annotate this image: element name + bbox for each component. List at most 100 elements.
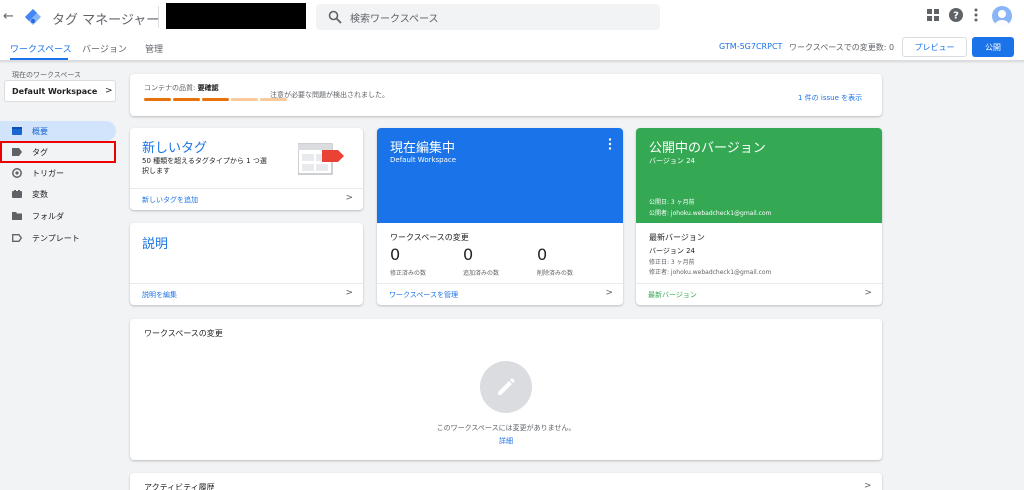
now-editing-workspace: Default Workspace bbox=[390, 156, 457, 164]
quality-meter-segment bbox=[202, 98, 229, 101]
quality-meter-segment bbox=[173, 98, 200, 101]
sidebar-item-label: フォルダ bbox=[32, 212, 64, 221]
sidebar-item-label: トリガー bbox=[32, 169, 64, 178]
search-placeholder: 検索ワークスペース bbox=[350, 14, 439, 25]
add-new-tag-link[interactable]: 新しいタグを追加 bbox=[142, 195, 198, 205]
sidebar-item-variables[interactable]: 変数 bbox=[0, 184, 116, 204]
workspace-changes-title: ワークスペースの変更 bbox=[144, 329, 223, 338]
live-version-footer[interactable]: 最新バージョン > bbox=[636, 283, 882, 305]
more-vert-icon[interactable] bbox=[973, 8, 979, 22]
tab-versions[interactable]: バージョン bbox=[82, 42, 127, 55]
new-tag-description: 50 種類を超えるタグタイプから 1 つ選択します bbox=[142, 157, 267, 175]
chevron-right-icon: > bbox=[864, 481, 872, 490]
details-link[interactable]: 詳細 bbox=[130, 436, 882, 446]
sidebar-item-templates[interactable]: テンプレート bbox=[0, 228, 116, 248]
new-tag-footer[interactable]: 新しいタグを追加 > bbox=[130, 188, 363, 210]
sidebar-item-overview[interactable]: 概要 bbox=[0, 121, 116, 141]
show-issues-link[interactable]: 1 件の issue を表示 bbox=[798, 93, 862, 103]
latest-version-title: 最新バージョン bbox=[649, 233, 705, 242]
latest-version-link[interactable]: 最新バージョン bbox=[648, 290, 697, 300]
chevron-right-icon: > bbox=[105, 86, 113, 96]
workspace-name: Default Workspace bbox=[12, 87, 98, 96]
added-count: 0 bbox=[463, 245, 474, 264]
now-editing-title: 現在編集中 bbox=[390, 141, 456, 156]
sidebar-item-triggers[interactable]: トリガー bbox=[0, 163, 116, 183]
chevron-right-icon: > bbox=[345, 193, 353, 203]
svg-text:?: ? bbox=[953, 11, 959, 22]
publisher: 公開者: johoku.webadcheck1@gmail.com bbox=[649, 210, 772, 217]
publish-button[interactable]: 公開 bbox=[972, 37, 1014, 57]
variables-icon bbox=[12, 190, 22, 198]
search-bar[interactable]: 検索ワークスペース bbox=[316, 4, 660, 30]
deleted-label: 削除済みの数 bbox=[537, 270, 574, 277]
workspace-nav-bar: ワークスペース バージョン 管理 GTM-5G7CRPCT ワークスペースでの変… bbox=[0, 34, 1024, 61]
sidebar-item-folders[interactable]: フォルダ bbox=[0, 206, 116, 226]
workspace-changes-card: ワークスペースの変更 このワークスペースには変更がありません。 詳細 bbox=[130, 319, 882, 460]
live-version-header: 公開中のバージョン バージョン 24 公開日: 3 ヶ月前 公開者: johok… bbox=[636, 128, 882, 223]
search-icon bbox=[328, 10, 342, 24]
edit-description-link[interactable]: 説明を編集 bbox=[142, 290, 177, 300]
live-version-title: 公開中のバージョン bbox=[649, 141, 766, 156]
latest-version-number: バージョン 24 bbox=[649, 247, 695, 255]
tab-admin[interactable]: 管理 bbox=[145, 42, 163, 55]
new-tag-title[interactable]: 新しいタグ bbox=[142, 137, 207, 156]
quality-meter-segment bbox=[144, 98, 171, 101]
added-label: 追加済みの数 bbox=[463, 270, 500, 277]
help-icon[interactable]: ? bbox=[949, 8, 963, 22]
chevron-right-icon: > bbox=[345, 288, 353, 298]
modified-date: 修正日: 3 ヶ月前 bbox=[649, 259, 695, 266]
chevron-right-icon: > bbox=[864, 288, 872, 298]
workspace-selector[interactable]: Default Workspace > bbox=[4, 80, 116, 102]
sidebar-item-label: テンプレート bbox=[32, 234, 80, 243]
container-quality-label: コンテナの品質: 要確認 bbox=[144, 84, 219, 92]
trigger-icon bbox=[12, 168, 22, 178]
description-title: 説明 bbox=[142, 237, 169, 252]
sidebar-item-label: 概要 bbox=[32, 127, 48, 136]
now-editing-header: 現在編集中 Default Workspace bbox=[377, 128, 623, 223]
workspace-changes-count: ワークスペースでの変更数: 0 bbox=[789, 43, 895, 52]
chevron-right-icon: > bbox=[605, 288, 613, 298]
sidebar-item-label: 変数 bbox=[32, 190, 48, 199]
top-app-bar: ← タグ マネージャー 検索ワークスペース ? bbox=[0, 0, 1024, 34]
template-icon bbox=[12, 234, 22, 242]
active-tab-indicator bbox=[10, 58, 68, 60]
live-version-card: 公開中のバージョン バージョン 24 公開日: 3 ヶ月前 公開者: johok… bbox=[636, 128, 882, 305]
new-tag-illustration-icon bbox=[298, 143, 344, 175]
quality-status: 要確認 bbox=[197, 84, 219, 92]
deleted-count: 0 bbox=[537, 245, 548, 264]
live-version-number: バージョン 24 bbox=[649, 157, 695, 165]
preview-button[interactable]: プレビュー bbox=[902, 37, 967, 57]
apps-grid-icon[interactable] bbox=[927, 9, 939, 21]
tags-highlight-box bbox=[0, 141, 116, 163]
app-title: タグ マネージャー bbox=[52, 13, 160, 28]
modified-label: 修正済みの数 bbox=[390, 270, 427, 277]
folder-icon bbox=[12, 212, 22, 220]
new-tag-card[interactable]: 新しいタグ 50 種類を超えるタグタイプから 1 つ選択します 新しいタグを追加… bbox=[130, 128, 363, 210]
current-workspace-label: 現在のワークスペース bbox=[12, 71, 81, 79]
container-quality-card: コンテナの品質: 要確認 注意が必要な問題が検出されました。 1 件の issu… bbox=[130, 74, 882, 116]
quality-message: 注意が必要な問題が検出されました。 bbox=[270, 91, 389, 99]
back-arrow-icon[interactable]: ← bbox=[3, 9, 14, 24]
account-selector-redacted[interactable] bbox=[166, 3, 306, 29]
published-date: 公開日: 3 ヶ月前 bbox=[649, 199, 695, 206]
now-editing-card: 現在編集中 Default Workspace ワークスペースの変更 0 修正済… bbox=[377, 128, 623, 305]
empty-state-message: このワークスペースには変更がありません。 bbox=[436, 424, 576, 432]
tab-workspace[interactable]: ワークスペース bbox=[10, 42, 72, 55]
overview-icon bbox=[12, 127, 22, 135]
description-card: 説明 説明を編集 > bbox=[130, 223, 363, 305]
quality-meter-segment bbox=[231, 98, 258, 101]
activity-history-card[interactable]: アクティビティ履歴 > bbox=[130, 473, 882, 490]
user-avatar[interactable] bbox=[992, 6, 1012, 26]
now-editing-footer[interactable]: ワークスペースを管理 > bbox=[377, 283, 623, 305]
modifier: 修正者: johoku.webadcheck1@gmail.com bbox=[649, 269, 772, 276]
tag-manager-logo-icon[interactable] bbox=[24, 8, 42, 26]
description-footer[interactable]: 説明を編集 > bbox=[130, 283, 363, 305]
container-id-link[interactable]: GTM-5G7CRPCT bbox=[719, 42, 782, 51]
empty-state-circle bbox=[480, 361, 532, 413]
edit-pencil-icon bbox=[498, 378, 515, 395]
activity-history-title: アクティビティ履歴 bbox=[144, 483, 215, 490]
manage-workspaces-link[interactable]: ワークスペースを管理 bbox=[389, 290, 458, 300]
modified-count: 0 bbox=[390, 245, 401, 264]
more-vert-icon[interactable] bbox=[608, 138, 612, 150]
workspace-changes-subtitle: ワークスペースの変更 bbox=[390, 233, 469, 242]
